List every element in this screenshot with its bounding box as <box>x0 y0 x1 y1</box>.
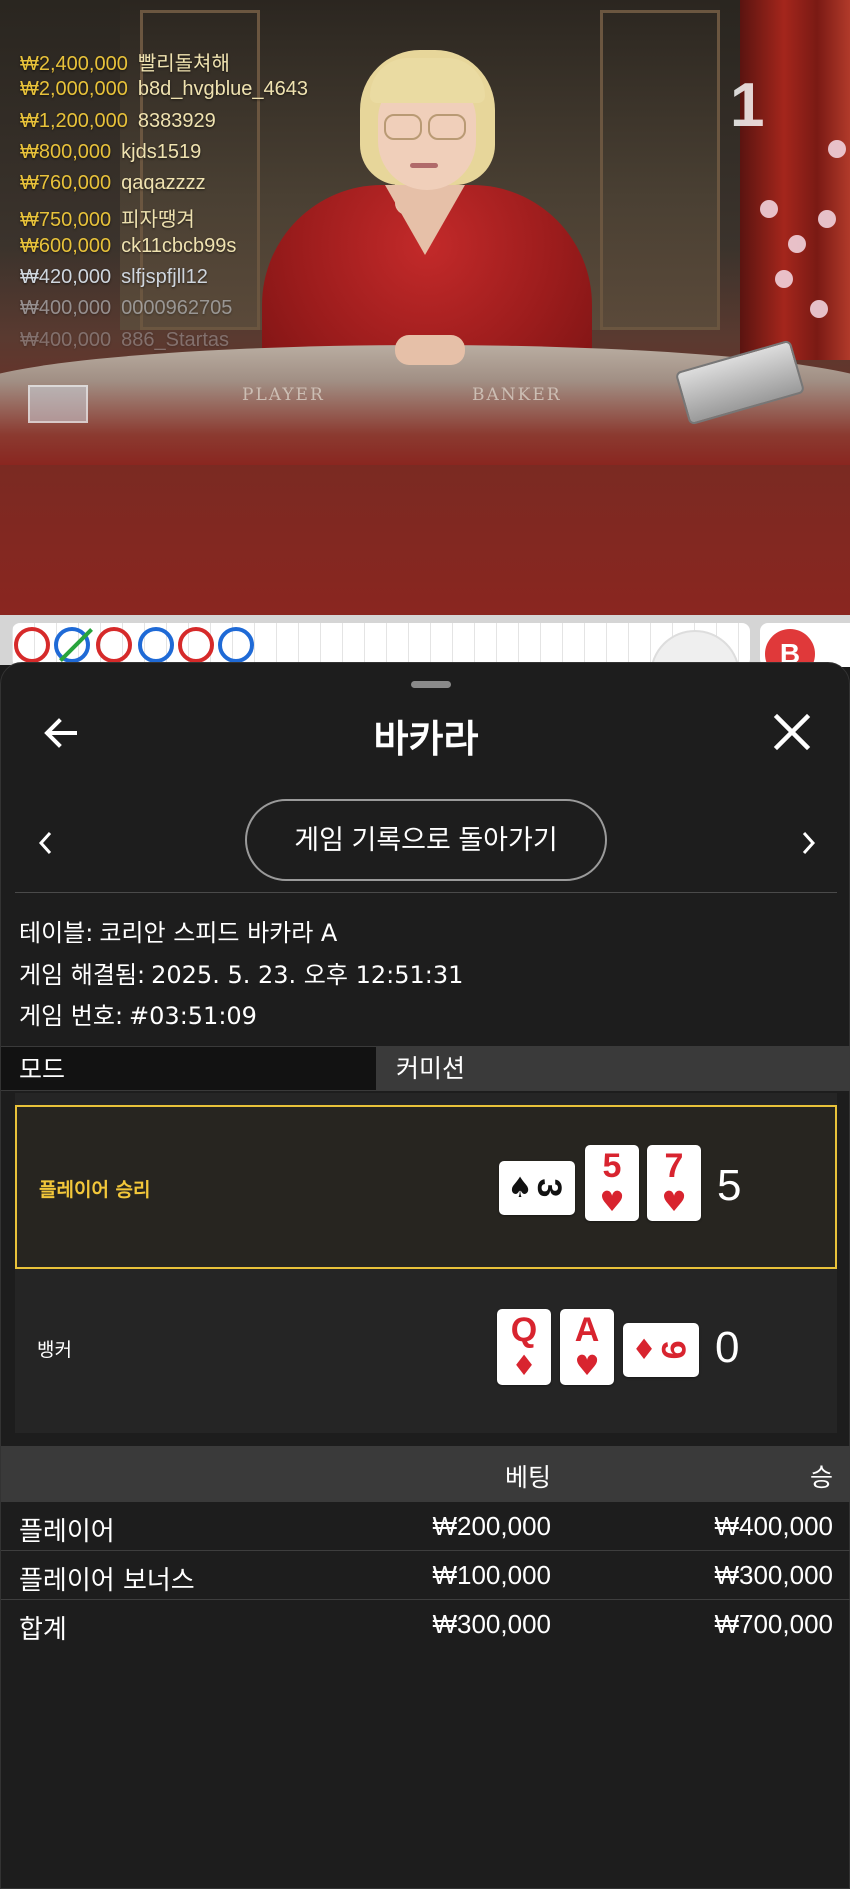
commission-header: 커미션 <box>376 1046 850 1091</box>
result-panel: 플레이어 승리 3 ♠ 5 ♥ 7 ♥ 5 뱅커 Q ♦ A ♥ 9 ♦ 0 <box>15 1093 837 1433</box>
back-to-history-button[interactable]: 게임 기록으로 돌아가기 <box>245 799 607 881</box>
chevron-left-icon[interactable] <box>33 826 57 860</box>
game-number-info: 게임 번호: #03:51:09 <box>19 1002 257 1030</box>
road-result-red <box>96 627 132 663</box>
game-detail-sheet: 바카라 게임 기록으로 돌아가기 테이블: 코리안 스피드 바카라 A 게임 해결… <box>0 662 850 1889</box>
col-win-header: 승 <box>809 1463 833 1492</box>
decor-panel <box>740 0 850 360</box>
road-result-blue <box>218 627 254 663</box>
bet-feed-row: ₩400,000 0000962705 <box>20 297 233 320</box>
bet-feed-row: ₩2,000,000 b8d_hvgblue_4643 <box>20 78 309 101</box>
bet-feed-row: ₩1,200,000 8383929 <box>20 109 216 132</box>
road-result-red <box>178 627 214 663</box>
roadmap-strip[interactable]: B <box>0 615 850 690</box>
banker-result-label: 뱅커 <box>37 1339 72 1361</box>
player-result-label: 플레이어 승리 <box>39 1179 151 1201</box>
banker-score: 0 <box>715 1323 740 1372</box>
playing-card: 5 ♥ <box>585 1145 639 1221</box>
road-result-blue <box>54 627 93 663</box>
bet-row: 플레이어 보너스 ₩100,000 ₩300,000 <box>1 1551 850 1600</box>
bet-feed-row: ₩2,400,000 빨리돌쳐해 <box>20 53 230 75</box>
bet-feed-row: ₩800,000 kjds1519 <box>20 140 202 163</box>
player-result-row: 플레이어 승리 3 ♠ 5 ♥ 7 ♥ 5 <box>15 1105 837 1269</box>
player-score: 5 <box>717 1161 742 1210</box>
close-icon[interactable] <box>771 711 813 753</box>
bet-feed-row: ₩400,000 886_Startas <box>20 328 230 351</box>
chevron-right-icon[interactable] <box>797 826 821 860</box>
playing-card: 7 ♥ <box>647 1145 701 1221</box>
bet-row: 플레이어 ₩200,000 ₩400,000 <box>1 1502 850 1551</box>
mode-header: 모드 <box>1 1046 376 1091</box>
app-root: PLAYER BANKER ₩2,400,000 빨리돌쳐해 ₩2,000,000… <box>0 0 850 1889</box>
bet-feed-row: ₩750,000 피자땡겨 <box>20 209 195 232</box>
playing-card: Q ♦ <box>497 1309 551 1385</box>
bet-feed-row: ₩760,000 qaqazzzz <box>20 172 206 195</box>
bet-feed-row: ₩420,000 slfjspfjll12 <box>20 266 208 289</box>
bet-feed-row: ₩600,000 ck11cbcb99s <box>20 234 237 257</box>
playing-card: 3 ♠ <box>499 1161 575 1215</box>
table-label-player: PLAYER <box>242 385 325 405</box>
banker-result-row: 뱅커 Q ♦ A ♥ 9 ♦ 0 <box>15 1273 837 1431</box>
playing-card: A ♥ <box>560 1309 614 1385</box>
page-title: 바카라 <box>373 717 479 761</box>
playing-card: 9 ♦ <box>623 1323 699 1377</box>
road-result-red <box>14 627 50 663</box>
wall-panel <box>600 10 720 330</box>
live-video[interactable]: PLAYER BANKER ₩2,400,000 빨리돌쳐해 ₩2,000,000… <box>0 0 850 615</box>
glasses <box>384 114 422 140</box>
table-info: 테이블: 코리안 스피드 바카라 A <box>19 919 338 947</box>
bet-table-header: 베팅 승 <box>1 1446 850 1502</box>
drag-handle[interactable] <box>411 681 451 688</box>
round-number: 1 <box>730 71 765 140</box>
discard-tray <box>28 385 88 423</box>
glasses <box>428 114 466 140</box>
divider <box>15 892 837 893</box>
resolved-info: 게임 해결됨: 2025. 5. 23. 오후 12:51:31 <box>19 961 464 989</box>
road-result-blue <box>138 627 174 663</box>
bet-total-row: 합계 ₩300,000 ₩700,000 <box>19 1609 833 1645</box>
table-label-banker: BANKER <box>472 385 562 405</box>
bet-feed: ₩2,400,000 빨리돌쳐해 ₩2,000,000 b8d_hvgblue_46… <box>20 47 308 360</box>
col-bet-header: 베팅 <box>504 1463 551 1492</box>
